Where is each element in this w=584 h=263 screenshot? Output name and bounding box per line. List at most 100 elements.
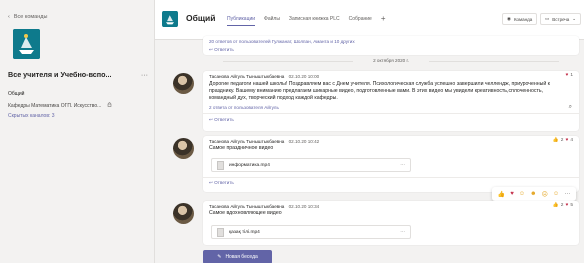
file-name: информатика.mp4	[229, 162, 270, 168]
reply-label: Ответить	[214, 117, 234, 122]
video-file-icon	[217, 227, 224, 237]
date-separator: 2 октября 2020 г.	[203, 58, 579, 63]
reaction-heart[interactable]: ♥ 1	[565, 73, 573, 78]
reaction-count: 1	[570, 73, 573, 78]
channel-label: Кафедры Математика ОГП. Искусство...	[8, 102, 102, 109]
reply-icon: ↩	[209, 117, 213, 122]
sad-emoji-icon[interactable]: ☹	[542, 191, 548, 198]
post-card: Тасанова Айгуль Тыныштыкбаевна 02.10.20 …	[203, 201, 579, 245]
add-tab-icon[interactable]: +	[381, 15, 386, 26]
meet-button-label: Встреча	[552, 16, 570, 22]
post-text: Дорогие педагоги нашей школы! Поздравляе…	[209, 81, 550, 101]
back-to-teams-link[interactable]: ‹ Все команды	[8, 14, 47, 20]
author-name: Тасанова Айгуль Тыныштыкбаевна	[209, 139, 285, 144]
post-text: Самое праздничное видео	[209, 145, 274, 151]
file-more-icon[interactable]: ···	[400, 163, 405, 168]
post-author: Тасанова Айгуль Тыныштыкбаевна 02.10.20 …	[209, 204, 319, 209]
more-reactions-icon[interactable]: ···	[564, 191, 570, 197]
channel-kafedry[interactable]: Кафедры Математика ОГП. Искусство...	[8, 102, 112, 109]
message-feed: 20 ответов от пользователей Гулжанат, Шо…	[155, 36, 584, 263]
lock-icon	[107, 102, 112, 109]
replies-link[interactable]: 2 ответа от пользователя Айгуль	[209, 105, 279, 110]
channel-title: Общий	[186, 13, 216, 23]
angry-emoji-icon[interactable]: ☺	[553, 191, 559, 197]
team-name-text: Все учителя и Учебно-вспо...	[8, 70, 112, 79]
tab-posts[interactable]: Публикации	[227, 16, 256, 26]
emoji-reaction-bar: 👍 ♥ ☺ ☻ ☹ ☺ ···	[492, 187, 576, 201]
post-time: 02.10.20 10:34	[288, 204, 320, 209]
meet-button[interactable]: ▭ Встреча ⌄	[540, 13, 582, 25]
post-time: 02.10.20 10:42	[288, 139, 320, 144]
new-conversation-button[interactable]: ✎ Новая беседа	[203, 250, 272, 263]
team-button[interactable]: ◉ Команда	[502, 13, 538, 25]
replies-link[interactable]: 20 ответов от пользователей Гулжанат, Шо…	[209, 39, 355, 44]
heart-emoji-icon[interactable]: ♥	[510, 191, 514, 197]
channel-header: Общий Публикации Файлы Записная книжка P…	[155, 0, 584, 40]
hidden-channels-link[interactable]: Скрытых каналов: 3	[8, 113, 55, 119]
avatar[interactable]	[173, 203, 194, 224]
video-icon: ▭	[545, 16, 550, 21]
tab-files[interactable]: Файлы	[264, 16, 280, 26]
heart-count: 4	[570, 138, 573, 143]
compose-icon: ✎	[217, 254, 222, 260]
like-count: 2	[560, 138, 564, 143]
divider	[203, 113, 579, 114]
tab-meeting[interactable]: Собрание	[349, 16, 372, 26]
attachment-icon: ⌕	[568, 104, 572, 110]
new-conversation-label: Новая беседа	[225, 254, 258, 260]
heart-icon: ♥	[565, 138, 569, 143]
video-file-icon	[217, 160, 224, 170]
reply-link[interactable]: ↩ Ответить	[209, 180, 234, 186]
file-attachment[interactable]: информатика.mp4 ···	[211, 158, 411, 172]
heart-count: 5	[570, 203, 573, 208]
chevron-down-icon: ⌄	[572, 16, 577, 21]
like-icon: 👍	[552, 138, 559, 143]
file-more-icon[interactable]: ···	[400, 230, 405, 235]
post-card: Тасанова Айгуль Тыныштыкбаевна 02.10.20 …	[203, 136, 579, 192]
reply-icon: ↩	[209, 47, 213, 52]
like-emoji-icon[interactable]: 👍	[498, 191, 505, 198]
author-name: Тасанова Айгуль Тыныштыкбаевна	[209, 74, 285, 79]
team-logo-small	[162, 11, 178, 27]
team-emblem-icon	[162, 11, 178, 27]
file-attachment[interactable]: қазақ тілі.mp4 ···	[211, 225, 411, 239]
reply-label: Ответить	[214, 47, 234, 52]
previous-post-card: 20 ответов от пользователей Гулжанат, Шо…	[203, 36, 579, 55]
post-time: 02.10.20 10:00	[288, 74, 320, 79]
team-sidebar: ‹ Все команды Все учителя и Учебно-вспо.…	[0, 0, 155, 263]
post-author: Тасанова Айгуль Тыныштыкбаевна 02.10.20 …	[209, 74, 319, 79]
post-author: Тасанова Айгуль Тыныштыкбаевна 02.10.20 …	[209, 139, 319, 144]
file-name: қазақ тілі.mp4	[229, 229, 260, 235]
channel-general[interactable]: Общий	[8, 91, 24, 97]
team-icon: ◉	[507, 16, 511, 21]
chevron-left-icon: ‹	[8, 14, 10, 20]
team-button-label: Команда	[513, 16, 533, 22]
like-icon: 👍	[552, 203, 559, 208]
author-name: Тасанова Айгуль Тыныштыкбаевна	[209, 204, 285, 209]
like-count: 2	[560, 203, 564, 208]
team-logo	[13, 29, 40, 59]
back-label: Все команды	[13, 14, 48, 20]
heart-icon: ♥	[565, 203, 569, 208]
post-text: Самое вдохновляющее видео	[209, 210, 282, 216]
reactions[interactable]: 👍 2 ♥ 4	[553, 138, 573, 143]
reply-link[interactable]: ↩ Ответить	[209, 117, 234, 123]
reply-label: Ответить	[214, 180, 234, 185]
hidden-channels-label: Скрытых каналов: 3	[8, 113, 55, 119]
laugh-emoji-icon[interactable]: ☺	[519, 191, 525, 197]
tab-bar: Публикации Файлы Записная книжка PLC Соб…	[227, 15, 386, 26]
avatar[interactable]	[173, 138, 194, 159]
reactions[interactable]: 👍 2 ♥ 5	[553, 203, 573, 208]
avatar[interactable]	[173, 73, 194, 94]
heart-icon: ♥	[565, 73, 569, 78]
surprised-emoji-icon[interactable]: ☻	[530, 191, 536, 197]
divider	[203, 177, 579, 178]
post-card: Тасанова Айгуль Тыныштыкбаевна 02.10.20 …	[203, 71, 579, 131]
channel-label: Общий	[8, 91, 25, 97]
reply-link[interactable]: ↩ Ответить	[209, 47, 234, 53]
team-emblem-icon	[13, 29, 40, 59]
team-name[interactable]: Все учителя и Учебно-вспо... ···	[8, 70, 148, 79]
reply-icon: ↩	[209, 180, 213, 185]
more-options-icon[interactable]: ···	[141, 70, 148, 79]
tab-notebook[interactable]: Записная книжка PLC	[289, 16, 340, 26]
